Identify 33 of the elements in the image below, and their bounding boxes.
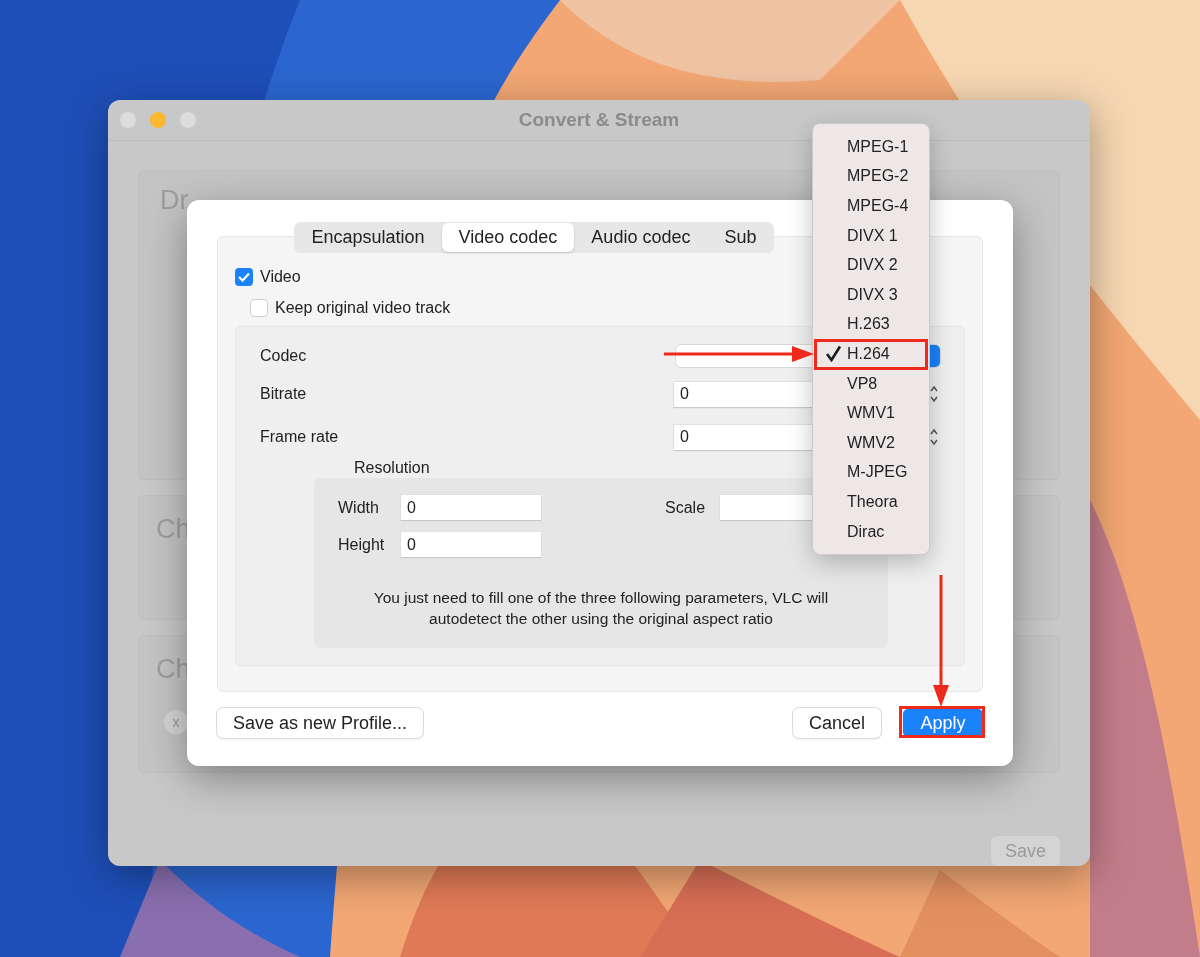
field-label: Frame rate bbox=[260, 428, 339, 446]
field-label: Codec bbox=[260, 347, 307, 365]
field-label: Bitrate bbox=[260, 385, 307, 403]
menu-item[interactable]: DIVX 3 bbox=[813, 279, 929, 310]
checkbox[interactable] bbox=[235, 268, 253, 286]
menu-item[interactable]: DIVX 1 bbox=[813, 220, 929, 251]
checkbox-label: Video bbox=[260, 268, 301, 286]
menu-item[interactable]: DIVX 2 bbox=[813, 250, 929, 280]
window-title: Convert & Stream bbox=[517, 109, 681, 131]
minimize-icon[interactable] bbox=[150, 112, 166, 128]
input-field[interactable]: 0 bbox=[401, 495, 541, 520]
tab[interactable]: Video codec bbox=[441, 223, 575, 252]
apply-button[interactable]: Apply bbox=[903, 709, 983, 737]
tab[interactable]: Encapsulation bbox=[294, 223, 442, 252]
field-label: Height bbox=[338, 535, 386, 554]
tab[interactable]: Audio codec bbox=[574, 223, 708, 252]
menu-item[interactable]: H.263 bbox=[813, 309, 929, 340]
field-label: Width bbox=[338, 498, 380, 517]
checkbox-label: Keep original video track bbox=[275, 299, 451, 317]
group-title: Resolution bbox=[354, 459, 430, 477]
input-field[interactable]: 0 bbox=[401, 532, 541, 557]
menu-item[interactable]: MPEG-4 bbox=[813, 191, 929, 221]
save-profile-button[interactable]: Save as new Profile... bbox=[217, 708, 424, 738]
tab[interactable]: Sub bbox=[707, 223, 774, 252]
menu-item[interactable]: M-JPEG bbox=[813, 457, 929, 488]
menu-item[interactable]: MPEG-1 bbox=[813, 132, 929, 162]
menu-item[interactable]: Theora bbox=[813, 487, 929, 517]
hint-text: You just need to fill one of the three following parameters, VLC will autodetect the other using the original aspect ratio bbox=[372, 588, 830, 629]
cancel-button[interactable]: Cancel bbox=[792, 708, 881, 738]
menu-item[interactable]: Dirac bbox=[813, 516, 929, 547]
checkbox[interactable] bbox=[250, 299, 268, 317]
menu-item[interactable]: MPEG-2 bbox=[813, 161, 929, 192]
field-label: Scale bbox=[665, 498, 707, 517]
